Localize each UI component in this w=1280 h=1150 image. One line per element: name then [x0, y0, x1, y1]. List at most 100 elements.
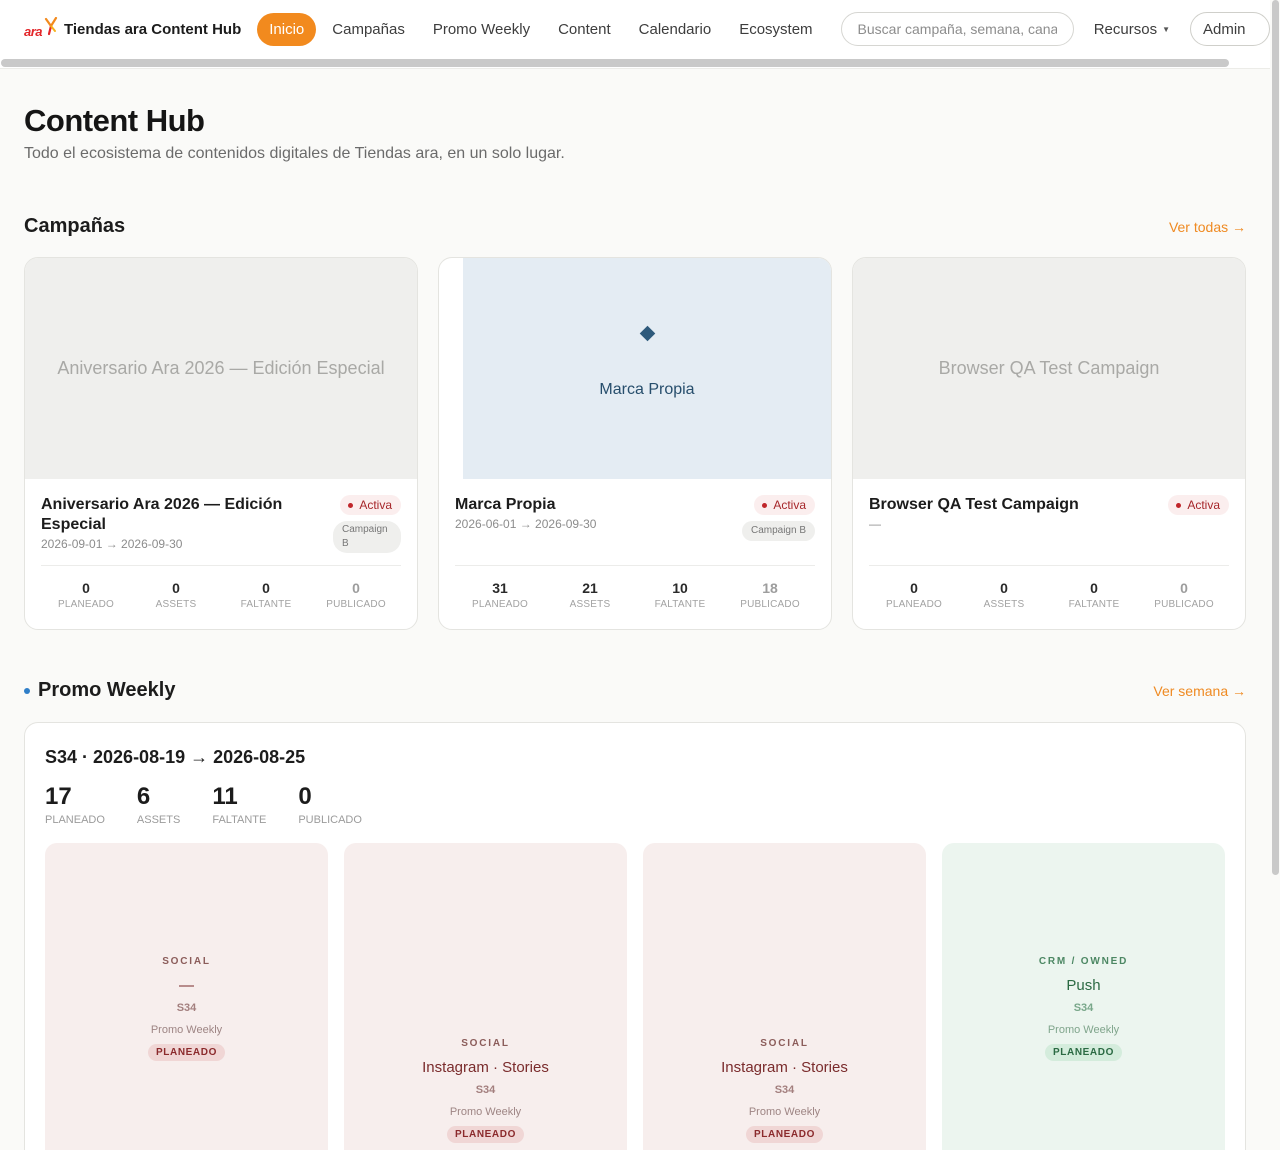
weekly-section-header: Promo Weekly Ver semana →	[24, 679, 1246, 702]
nav-item-calendario[interactable]: Calendario	[627, 13, 724, 46]
stat-label: PLANEADO	[45, 814, 105, 826]
stat-label: FALTANTE	[654, 599, 706, 610]
stat-value: 0	[1180, 580, 1188, 596]
campaign-stats: 31 PLANEADO 21 ASSETS 10 FALTANTE 18 PUB…	[455, 565, 815, 610]
status-badge: Activa	[340, 495, 401, 515]
brand[interactable]: ara Tiendas ara Content Hub	[24, 17, 241, 41]
stat-value: 0	[262, 580, 270, 596]
stat-label: PUBLICADO	[1154, 599, 1214, 610]
stat-value: 0	[1090, 580, 1098, 596]
stat-label: ASSETS	[155, 599, 197, 610]
resources-label: Recursos	[1093, 20, 1158, 38]
status-badge: PLANEADO	[1045, 1043, 1122, 1061]
vertical-scrollbar-thumb[interactable]	[1272, 0, 1279, 875]
campaign-card[interactable]: Browser QA Test Campaign Browser QA Test…	[852, 257, 1246, 630]
admin-button[interactable]: Admin	[1190, 12, 1270, 46]
content-tile[interactable]: SOCIAL — S34 Promo Weekly PLANEADO	[45, 843, 328, 1150]
stat-value: 6	[136, 783, 151, 810]
stat-label: PUBLICADO	[298, 814, 362, 826]
stat-assets: 21 ASSETS	[545, 580, 635, 610]
brand-name: Tiendas ara Content Hub	[64, 20, 242, 38]
nav-item-ecosystem[interactable]: Ecosystem	[727, 13, 824, 46]
stat-value: 0	[298, 783, 312, 810]
week-stat-publicado: 0 PUBLICADO	[298, 783, 362, 826]
stat-value: 21	[582, 580, 598, 596]
status-badge: Activa	[1168, 495, 1229, 515]
logo-mark-icon	[44, 17, 58, 36]
stat-label: ASSETS	[136, 814, 181, 826]
campaign-title: Aniversario Ara 2026 — Edición Especial	[41, 496, 283, 533]
stat-planeado: 31 PLANEADO	[455, 580, 545, 610]
tile-week: S34	[176, 1001, 197, 1014]
stat-publicado: 18 PUBLICADO	[725, 580, 815, 610]
weekly-dot-icon	[24, 687, 30, 694]
campaign-card[interactable]: Aniversario Ara 2026 — Edición Especial …	[24, 257, 418, 630]
weekly-title-text: Promo Weekly	[38, 679, 176, 701]
nav-item-campanas[interactable]: Campañas	[320, 13, 417, 46]
campaign-cards: Aniversario Ara 2026 — Edición Especial …	[24, 257, 1246, 630]
tile-source: Promo Weekly	[150, 1023, 223, 1036]
horizontal-scrollbar[interactable]	[0, 58, 1270, 69]
tile-week: S34	[1073, 1001, 1094, 1014]
content-tile[interactable]: SOCIAL Instagram · Stories S34 Promo Wee…	[344, 843, 627, 1150]
tile-source: Promo Weekly	[748, 1106, 821, 1118]
stat-label: FALTANTE	[1068, 599, 1120, 610]
stat-label: PUBLICADO	[326, 599, 386, 610]
vertical-scrollbar[interactable]	[1270, 0, 1280, 1150]
campaign-cover: Aniversario Ara 2026 — Edición Especial	[25, 258, 417, 479]
search-input[interactable]	[840, 12, 1074, 46]
nav-item-inicio[interactable]: Inicio	[257, 12, 317, 46]
main-nav: Inicio Campañas Promo Weekly Content Cal…	[257, 12, 828, 46]
tile-source: Promo Weekly	[449, 1106, 522, 1118]
status-badge: PLANEADO	[148, 1043, 225, 1061]
resources-menu[interactable]: Recursos ▼	[1094, 21, 1170, 38]
campaign-badges: Activa Campaign B	[741, 495, 815, 541]
campaign-title: Marca Propia	[455, 496, 556, 513]
campaign-card-body: Marca Propia 2026-06-01 → 2026-09-30 Act…	[439, 479, 831, 629]
stat-planeado: 0 PLANEADO	[41, 580, 131, 610]
stat-assets: 0 ASSETS	[131, 580, 221, 610]
page-title: Content Hub	[24, 103, 205, 138]
campaign-cover-text: Browser QA Test Campaign	[938, 358, 1160, 378]
ara-logo: ara	[24, 17, 58, 41]
campaign-card[interactable]: Marca Propia Marca Propia 2026-06-01 → 2…	[438, 257, 832, 630]
tile-name: Push	[1066, 976, 1101, 994]
stat-value: 31	[492, 580, 508, 596]
campaign-stats: 0 PLANEADO 0 ASSETS 0 FALTANTE 0 PUBLICA…	[41, 565, 401, 610]
stat-value: 0	[1000, 580, 1008, 596]
stat-publicado: 0 PUBLICADO	[311, 580, 401, 610]
stat-label: ASSETS	[569, 599, 611, 610]
campaigns-section-header: Campañas Ver todas →	[24, 215, 1246, 238]
campaign-badges: Activa Campaign B	[333, 495, 401, 553]
campaign-cover: Browser QA Test Campaign	[853, 258, 1245, 479]
stat-label: PLANEADO	[57, 599, 115, 610]
page-subtitle: Todo el ecosistema de contenidos digital…	[24, 145, 565, 162]
stat-value: 0	[910, 580, 918, 596]
stat-faltante: 0 FALTANTE	[221, 580, 311, 610]
content-tile[interactable]: CRM / OWNED Push S34 Promo Weekly PLANEA…	[942, 843, 1225, 1150]
campaign-title: Browser QA Test Campaign	[869, 496, 1079, 513]
campaigns-title: Campañas	[24, 215, 126, 237]
nav-item-promo-weekly[interactable]: Promo Weekly	[421, 13, 542, 46]
content-tiles: SOCIAL — S34 Promo Weekly PLANEADO SOCIA…	[45, 843, 1225, 1150]
stat-value: 18	[762, 580, 778, 596]
tile-channel: SOCIAL	[162, 955, 211, 967]
chevron-down-icon: ▼	[1162, 24, 1170, 34]
tile-channel: CRM / OWNED	[1038, 955, 1129, 967]
stat-value: 17	[45, 783, 72, 810]
horizontal-scrollbar-thumb[interactable]	[1, 59, 1229, 67]
view-all-campaigns-link[interactable]: Ver todas →	[1169, 219, 1246, 235]
status-badge: PLANEADO	[447, 1126, 524, 1143]
stat-label: PUBLICADO	[740, 599, 800, 610]
top-navigation-bar: ara Tiendas ara Content Hub Inicio Campa…	[0, 0, 1270, 58]
stat-value: 0	[352, 580, 360, 596]
stat-publicado: 0 PUBLICADO	[1139, 580, 1229, 610]
view-week-link[interactable]: Ver semana →	[1153, 683, 1246, 699]
campaign-card-body: Browser QA Test Campaign — Activa 0 PLAN…	[853, 479, 1245, 629]
stat-faltante: 10 FALTANTE	[635, 580, 725, 610]
content-tile[interactable]: SOCIAL Instagram · Stories S34 Promo Wee…	[643, 843, 926, 1150]
admin-label: Admin	[1203, 20, 1246, 38]
tile-source: Promo Weekly	[1047, 1023, 1120, 1036]
campaign-dates: —	[869, 517, 881, 531]
nav-item-content[interactable]: Content	[546, 13, 623, 46]
